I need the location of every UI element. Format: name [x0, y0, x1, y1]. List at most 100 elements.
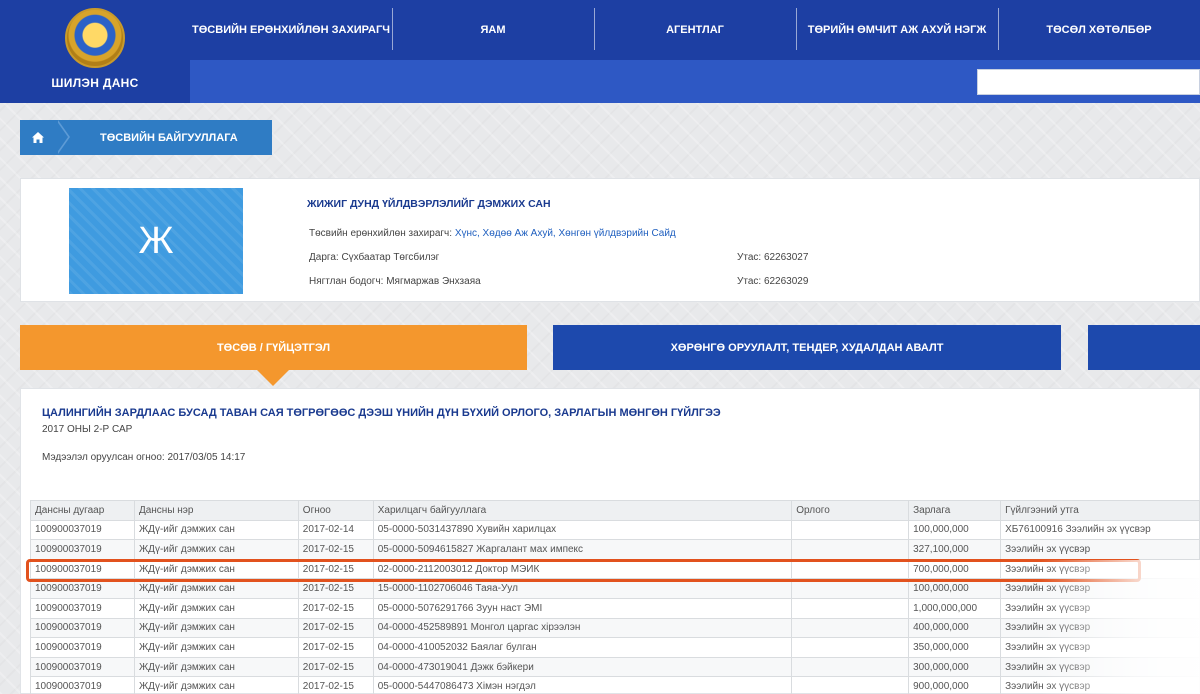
state-emblem-icon — [65, 8, 125, 68]
director-phone: Утас: 62263027 — [737, 252, 809, 263]
table-row[interactable]: 100900037019 ЖДү-ийг дэмжих сан 2017-02-15… — [30, 558, 1200, 580]
cell-expense: 350,000,000 — [908, 637, 1002, 658]
cell-date: 2017-02-15 — [297, 578, 374, 599]
accountant-name: Нягтлан бодогч: Мягмаржав Энхзаяа — [309, 276, 481, 287]
cell-account-number: 100900037019 — [30, 637, 135, 658]
cell-counterparty: 04-0000-452589891 Монгол царгас хірээлэн — [372, 617, 793, 639]
breadcrumb-home[interactable] — [20, 120, 56, 155]
cell-counterparty: 04-0000-410052032 Баялаг булган — [372, 637, 793, 658]
nav-projects[interactable]: ТӨСӨЛ ХӨТӨЛБӨР — [998, 0, 1200, 60]
cell-income — [791, 637, 910, 658]
cell-income — [791, 656, 910, 678]
column-header-description[interactable]: Гүйлгээний утга — [1000, 500, 1200, 521]
tab-more[interactable] — [1088, 325, 1200, 370]
organization-title: ЖИЖИГ ДУНД ҮЙЛДВЭРЛЭЛИЙГ ДЭМЖИХ САН — [307, 198, 551, 210]
cell-expense: 700,000,000 — [908, 558, 1002, 580]
cell-account-name: ЖДү-ийг дэмжих сан — [133, 656, 299, 678]
column-header-expense[interactable]: Зарлага — [908, 500, 1002, 521]
cell-counterparty: 05-0000-5447086473 Хімэн нэгдэл — [372, 676, 793, 694]
active-tab-caret — [257, 370, 289, 386]
table-row[interactable]: 100900037019 ЖДү-ийг дэмжих сан 2017-02-15… — [30, 539, 1200, 560]
cell-date: 2017-02-15 — [297, 676, 374, 694]
table-row[interactable]: 100900037019 ЖДү-ийг дэмжих сан 2017-02-15… — [30, 637, 1200, 658]
cell-account-name: ЖДү-ийг дэмжих сан — [133, 597, 299, 619]
cell-account-name: ЖДү-ийг дэмжих сан — [133, 519, 299, 541]
column-header-account-number[interactable]: Дансны дугаар — [30, 500, 135, 521]
tab-investment-tender-procurement[interactable]: ХӨРӨНГӨ ОРУУЛАЛТ, ТЕНДЕР, ХУДАЛДАН АВАЛТ — [553, 325, 1061, 370]
cell-account-name: ЖДү-ийг дэмжих сан — [133, 578, 299, 599]
cell-expense: 327,100,000 — [908, 539, 1002, 560]
site-logo[interactable]: ШИЛЭН ДАНС — [0, 0, 190, 103]
column-header-date[interactable]: Огноо — [297, 500, 374, 521]
top-navigation: ТӨСВИЙН ЕРӨНХИЙЛӨН ЗАХИРАГЧ ЯАМ АГЕНТЛАГ… — [190, 0, 1200, 60]
nav-state-owned-enterprises[interactable]: ТӨРИЙН ӨМЧИТ АЖ АХУЙ НЭГЖ — [796, 0, 998, 60]
cell-date: 2017-02-15 — [297, 656, 374, 678]
column-header-income[interactable]: Орлого — [791, 500, 910, 521]
report-period: 2017 ОНЫ 2-Р САР — [42, 424, 133, 435]
cell-counterparty: 05-0000-5031437890 Хувийн харилцах — [372, 519, 793, 541]
table-row[interactable]: 100900037019 ЖДү-ийг дэмжих сан 2017-02-14… — [30, 519, 1200, 541]
tab-budget-performance[interactable]: ТӨСӨВ / ГҮЙЦЭТГЭЛ — [20, 325, 527, 370]
cell-description: Зээлийн эх үүсвэр — [1000, 656, 1200, 678]
cell-expense: 400,000,000 — [908, 617, 1002, 639]
budget-manager-link[interactable]: Хүнс, Хөдөө Аж Ахуй, Хөнгөн үйлдвэрийн С… — [455, 228, 676, 239]
cell-expense: 100,000,000 — [908, 519, 1002, 541]
nav-budget-managers[interactable]: ТӨСВИЙН ЕРӨНХИЙЛӨН ЗАХИРАГЧ — [190, 0, 392, 60]
cell-description: Зээлийн эх үүсвэр — [1000, 676, 1200, 694]
cell-date: 2017-02-15 — [297, 597, 374, 619]
cell-account-name: ЖДү-ийг дэмжих сан — [133, 637, 299, 658]
cell-counterparty: 05-0000-5094615827 Жаргалант мах импекс — [372, 539, 793, 560]
table-body: 100900037019 ЖДү-ийг дэмжих сан 2017-02-14… — [30, 519, 1200, 694]
cell-account-name: ЖДү-ийг дэмжих сан — [133, 676, 299, 694]
nav-agencies[interactable]: АГЕНТЛАГ — [594, 0, 796, 60]
table-row[interactable]: 100900037019 ЖДү-ийг дэмжих сан 2017-02-15… — [30, 676, 1200, 694]
cell-income — [791, 578, 910, 599]
cell-description: Зээлийн эх үүсвэр — [1000, 578, 1200, 599]
accountant-phone: Утас: 62263029 — [737, 276, 809, 287]
report-updated-date: Мэдээлэл оруулсан огноо: 2017/03/05 14:1… — [42, 452, 246, 463]
logo-text: ШИЛЭН ДАНС — [51, 76, 139, 90]
cell-counterparty: 04-0000-473019041 Дэжк бэйкери — [372, 656, 793, 678]
cell-income — [791, 597, 910, 619]
table-row[interactable]: 100900037019 ЖДү-ийг дэмжих сан 2017-02-15… — [30, 578, 1200, 599]
column-header-account-name[interactable]: Дансны нэр — [133, 500, 299, 521]
breadcrumb: ТӨСВИЙН БАЙГУУЛЛАГА — [20, 120, 272, 155]
cell-account-name: ЖДү-ийг дэмжих сан — [133, 558, 299, 580]
cell-account-number: 100900037019 — [30, 676, 135, 694]
cell-description: Зээлийн эх үүсвэр — [1000, 637, 1200, 658]
search-input[interactable] — [977, 69, 1200, 95]
cell-counterparty: 15-0000-1102706046 Таяа-Уул — [372, 578, 793, 599]
cell-income — [791, 558, 910, 580]
cell-expense: 100,000,000 — [908, 578, 1002, 599]
cell-account-number: 100900037019 — [30, 617, 135, 639]
cell-expense: 1,000,000,000 — [908, 597, 1002, 619]
report-title: ЦАЛИНГИЙН ЗАРДЛААС БУСАД ТАВАН САЯ ТӨГРӨ… — [42, 407, 721, 419]
cell-account-name: ЖДү-ийг дэмжих сан — [133, 617, 299, 639]
cell-description: Зээлийн эх үүсвэр — [1000, 539, 1200, 560]
table-header-row: Дансны дугаар Дансны нэр Огноо Харилцагч… — [30, 500, 1200, 521]
table-row[interactable]: 100900037019 ЖДү-ийг дэмжих сан 2017-02-15… — [30, 656, 1200, 678]
cell-account-number: 100900037019 — [30, 558, 135, 580]
cell-description: ХБ76100916 Зээлийн эх үүсвэр — [1000, 519, 1200, 541]
cell-date: 2017-02-15 — [297, 617, 374, 639]
breadcrumb-budget-organizations[interactable]: ТӨСВИЙН БАЙГУУЛЛАГА — [56, 120, 272, 155]
cell-date: 2017-02-15 — [297, 637, 374, 658]
director-name: Дарга: Сүхбаатар Төгсбилэг — [309, 252, 440, 263]
table-row[interactable]: 100900037019 ЖДү-ийг дэмжих сан 2017-02-15… — [30, 617, 1200, 639]
cell-date: 2017-02-14 — [297, 519, 374, 541]
cell-income — [791, 676, 910, 694]
column-header-counterparty[interactable]: Харилцагч байгууллага — [372, 500, 793, 521]
cell-expense: 900,000,000 — [908, 676, 1002, 694]
organization-card: Ж — [20, 178, 1200, 302]
cell-date: 2017-02-15 — [297, 558, 374, 580]
organization-logo: Ж — [69, 188, 243, 294]
cell-description: Зээлийн эх үүсвэр — [1000, 617, 1200, 639]
cell-income — [791, 539, 910, 560]
cell-counterparty: 02-0000-2112003012 Доктор МЭИК — [372, 558, 793, 580]
cell-counterparty: 05-0000-5076291766 Зуун наст ЭМІ — [372, 597, 793, 619]
cell-description: Зээлийн эх үүсвэр — [1000, 558, 1200, 580]
nav-ministries[interactable]: ЯАМ — [392, 0, 594, 60]
cell-account-name: ЖДү-ийг дэмжих сан — [133, 539, 299, 560]
table-row[interactable]: 100900037019 ЖДү-ийг дэмжих сан 2017-02-15… — [30, 597, 1200, 619]
budget-manager-label: Төсвийн ерөнхийлөн захирагч: — [309, 228, 453, 239]
